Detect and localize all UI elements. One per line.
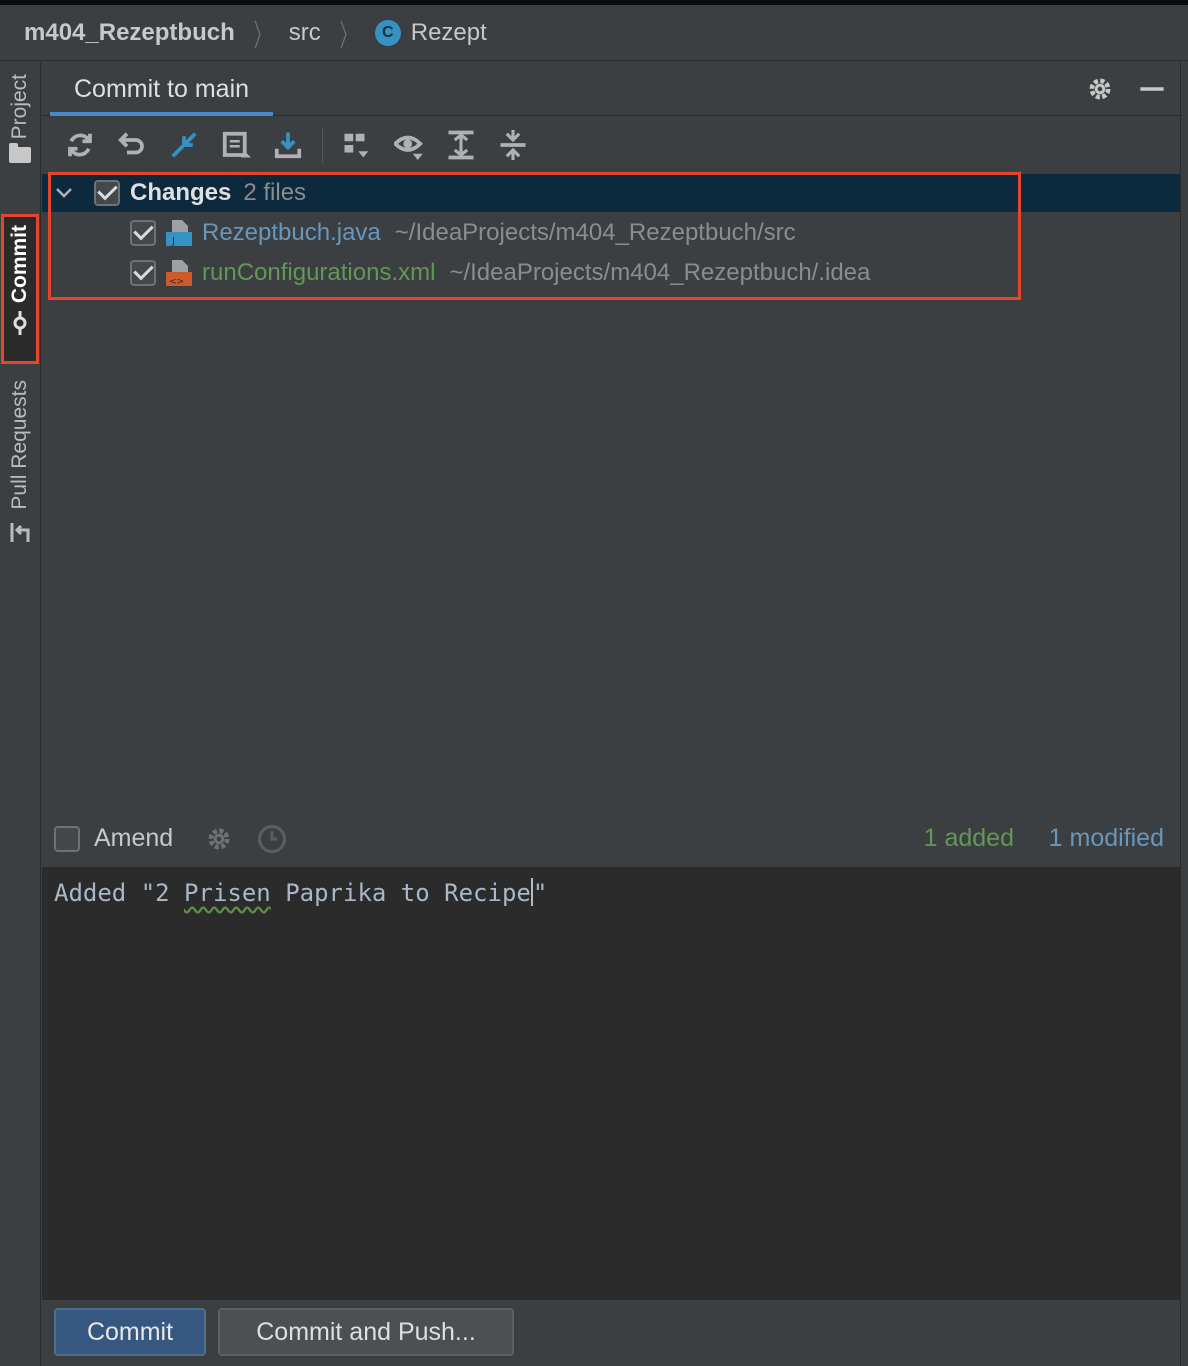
breadcrumb-folder[interactable]: src <box>289 19 321 47</box>
stripe-pull-requests-button[interactable]: Pull Requests <box>2 380 38 556</box>
svg-text:<>: <> <box>169 277 184 287</box>
shelve-button[interactable] <box>210 125 262 165</box>
breadcrumb-class[interactable]: Rezept <box>411 19 487 47</box>
changes-group-row[interactable]: Changes 2 files <box>42 174 1180 212</box>
breadcrumb: m404_Rezeptbuch 〉 src 〉 C Rezept <box>0 5 1188 61</box>
java-file-icon: J <box>166 220 192 247</box>
rollback-icon <box>118 132 144 155</box>
amend-checkbox[interactable] <box>54 825 80 852</box>
collapse-all-icon <box>500 130 526 160</box>
modified-count: 1 modified <box>1048 824 1164 852</box>
message-text: Added "2 <box>54 879 185 907</box>
folder-icon <box>9 143 31 164</box>
view-options-icon <box>394 135 423 160</box>
svg-text:J: J <box>171 236 175 247</box>
refresh-icon <box>68 133 92 157</box>
stripe-pull-requests-label: Pull Requests <box>8 380 31 510</box>
history-clock-icon[interactable] <box>257 824 287 854</box>
changes-file-count: 2 files <box>243 179 307 206</box>
breadcrumb-project[interactable]: m404_Rezeptbuch <box>24 19 235 47</box>
stripe-project-label: Project <box>8 74 31 140</box>
chevron-down-icon[interactable] <box>54 183 82 203</box>
expand-all-icon <box>448 130 474 160</box>
message-text: Paprika to Recipe <box>270 879 531 907</box>
commit-icon <box>13 311 27 336</box>
commit-tool-window: Commit to main Changes 2 files J Rezeptb… <box>42 62 1180 1366</box>
stripe-commit-button[interactable]: Commit <box>1 214 39 364</box>
panel-header: Commit to main <box>42 62 1180 116</box>
toolbar-separator <box>322 127 323 163</box>
stripe-project-button[interactable]: Project <box>2 74 38 196</box>
view-options-button[interactable] <box>383 125 435 165</box>
changes-group-checkbox[interactable] <box>94 180 120 206</box>
diff-icon <box>171 132 197 158</box>
expand-all-button[interactable] <box>435 125 487 165</box>
left-tool-stripe: Project Commit Pull Requests <box>0 62 41 1366</box>
commit-button[interactable]: Commit <box>54 1308 206 1356</box>
commit-and-push-button[interactable]: Commit and Push... <box>218 1308 514 1356</box>
file-name: Rezeptbuch.java <box>202 219 381 246</box>
right-edge <box>1180 62 1188 1366</box>
tab-commit-to-main[interactable]: Commit to main <box>50 62 274 116</box>
stripe-commit-label: Commit <box>8 225 31 304</box>
added-count: 1 added <box>923 824 1014 852</box>
refresh-button[interactable] <box>54 125 106 165</box>
changes-group-label: Changes <box>130 179 232 206</box>
message-typo-word: Prisen <box>184 879 271 907</box>
commit-options-gear-icon[interactable] <box>205 825 233 853</box>
amend-label[interactable]: Amend <box>94 824 173 853</box>
group-by-button[interactable] <box>331 125 383 165</box>
commit-buttons-bar: Commit Commit and Push... <box>42 1300 1180 1366</box>
file-checkbox[interactable] <box>130 220 156 246</box>
rollback-button[interactable] <box>106 125 158 165</box>
collapse-all-button[interactable] <box>487 125 539 165</box>
group-by-icon <box>344 133 369 158</box>
breadcrumb-separator: 〉 <box>253 19 271 53</box>
shelve-icon <box>222 131 251 158</box>
settings-gear-icon[interactable] <box>1086 75 1114 103</box>
file-row[interactable]: J Rezeptbuch.java ~/IdeaProjects/m404_Re… <box>42 214 1180 252</box>
update-button[interactable] <box>262 125 314 165</box>
file-checkbox[interactable] <box>130 260 156 286</box>
commit-message-editor[interactable]: Added "2 Prisen Paprika to Recipe" <box>42 868 1180 1300</box>
xml-file-icon: <> <box>166 260 192 287</box>
file-path: ~/IdeaProjects/m404_Rezeptbuch/.idea <box>449 259 871 286</box>
pull-request-icon <box>10 522 30 542</box>
commit-toolbar <box>42 116 1180 174</box>
file-row[interactable]: <> runConfigurations.xml ~/IdeaProjects/… <box>42 254 1180 292</box>
changes-tree: Changes 2 files J Rezeptbuch.java ~/Idea… <box>42 172 1180 826</box>
minimize-icon[interactable] <box>1138 75 1166 103</box>
update-icon <box>274 132 302 159</box>
file-path: ~/IdeaProjects/m404_Rezeptbuch/src <box>394 219 796 246</box>
show-diff-button[interactable] <box>158 125 210 165</box>
class-icon: C <box>374 19 401 46</box>
breadcrumb-separator: 〉 <box>339 19 357 53</box>
amend-bar: Amend 1 added 1 modified <box>42 810 1180 868</box>
message-text: " <box>532 879 548 907</box>
file-name: runConfigurations.xml <box>202 259 436 286</box>
